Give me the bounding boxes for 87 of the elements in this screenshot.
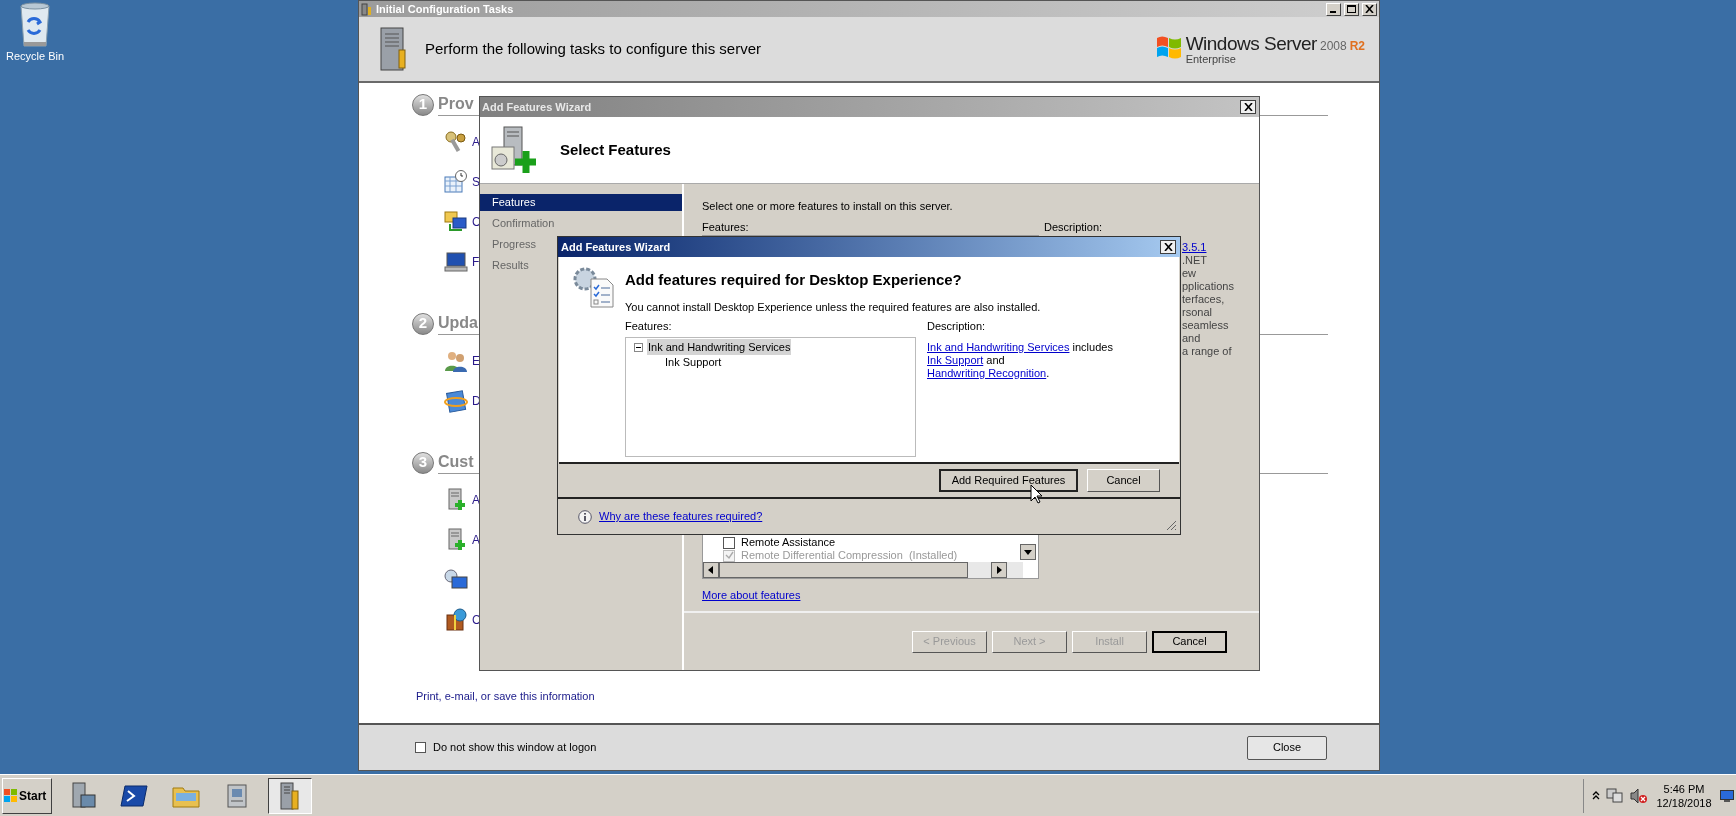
network-icon: [444, 210, 468, 234]
close-button[interactable]: [1240, 100, 1256, 114]
icon-label: Recycle Bin: [5, 51, 65, 62]
field-label: Features:: [625, 319, 673, 334]
window-title: Initial Configuration Tasks: [376, 1, 515, 17]
task-link[interactable]: A: [472, 531, 480, 549]
trash-bin-icon[interactable]: [18, 2, 52, 48]
checklist-icon: [573, 267, 615, 309]
minimize-button[interactable]: [1326, 2, 1341, 16]
description-link[interactable]: Ink Support: [927, 353, 984, 366]
description-text: a range of: [1182, 345, 1232, 358]
help-link[interactable]: Why are these features required?: [599, 508, 1159, 525]
field-label: Features:: [702, 219, 750, 235]
maximize-button[interactable]: [1344, 2, 1359, 16]
brand-version: 2008: [1319, 39, 1347, 52]
close-icon: [1243, 103, 1253, 111]
flag-icon: [4, 789, 18, 802]
step-number: 1: [412, 93, 434, 116]
feature-label: Remote Differential Compression (Installed): [741, 548, 958, 562]
tree-item[interactable]: Ink Support: [664, 353, 723, 371]
box-icon: [444, 608, 468, 632]
wizard-step[interactable]: Features: [480, 194, 682, 211]
maximize-icon: [1347, 5, 1356, 13]
dialog-button[interactable]: Cancel: [1087, 469, 1160, 492]
description-text: terfaces,: [1182, 293, 1225, 306]
clock-date: 12/18/2018: [1656, 795, 1712, 810]
brand-edition: Enterprise: [1185, 53, 1237, 65]
close-icon: [1365, 5, 1374, 13]
network-icon[interactable]: [1606, 787, 1624, 804]
window-title: Add Features Wizard: [482, 99, 593, 115]
dialog-heading: Add features required for Desktop Experience?: [625, 270, 963, 290]
calendar-icon: [444, 170, 468, 194]
close-button[interactable]: Close: [1247, 735, 1327, 760]
show-desktop-icon[interactable]: [1720, 789, 1734, 802]
checkbox-label: Do not show this window at logon: [433, 740, 597, 756]
field-label: Description:: [1044, 219, 1103, 235]
wizard-step[interactable]: Confirmation: [480, 215, 682, 232]
key-icon: [444, 130, 468, 154]
minus-icon: [636, 344, 641, 350]
step-number: 3: [412, 451, 434, 474]
speaker-muted-icon[interactable]: [1630, 787, 1648, 804]
brand-release: R2: [1349, 39, 1365, 52]
description-text: and: [1182, 332, 1201, 345]
description-text: .NET: [1182, 254, 1208, 267]
resize-grip-icon[interactable]: [1166, 520, 1177, 531]
field-label: Description:: [927, 319, 986, 334]
checkbox[interactable]: [415, 742, 426, 753]
step-number: 2: [412, 312, 434, 335]
clock-time: 5:46 PM: [1663, 781, 1705, 796]
task-link[interactable]: S: [472, 173, 480, 191]
header-text: Perform the following tasks to configure this server: [425, 38, 762, 59]
server-add-icon: [490, 125, 536, 175]
task-link[interactable]: E: [472, 352, 480, 370]
more-link[interactable]: More about features: [702, 587, 801, 604]
users-icon: [444, 349, 468, 373]
close-button[interactable]: [1160, 240, 1176, 254]
brand-name: Windows Server: [1185, 33, 1317, 53]
task-link[interactable]: A: [472, 133, 480, 151]
close-icon: [1163, 243, 1173, 251]
monitor-icon: [444, 568, 468, 592]
chevron-up-icon[interactable]: [1592, 791, 1600, 800]
start-button[interactable]: Start: [2, 777, 52, 814]
message-text: You cannot install Desktop Experience unless the required features are also installed.: [625, 299, 1042, 315]
monitor-icon: [444, 250, 468, 274]
instruction-text: Select one or more features to install on this server.: [702, 199, 954, 214]
taskbar-app-button[interactable]: [268, 777, 312, 814]
dialog-button[interactable]: Add Required Features: [939, 469, 1078, 492]
print-link[interactable]: Print, e-mail, or save this information: [416, 690, 595, 702]
tools-icon: [361, 2, 373, 16]
tree-item[interactable]: Ink and Handwriting Services: [647, 338, 792, 356]
wizard-button[interactable]: Cancel: [1152, 630, 1227, 653]
feature-label: Remote Assistance: [741, 535, 836, 551]
task-link[interactable]: A: [472, 491, 480, 509]
collapse-toggle[interactable]: [634, 342, 643, 352]
description-text: Ink and Handwriting Services includes Ink Support and Handwriting Recognition.: [927, 339, 1114, 381]
checkbox[interactable]: [723, 536, 735, 549]
window-title: Add Features Wizard: [561, 239, 672, 255]
page-heading: Select Features: [560, 139, 671, 160]
task-link[interactable]: F: [472, 253, 480, 271]
horizontal-scrollbar[interactable]: [703, 562, 1023, 578]
description-text: ew: [1182, 267, 1197, 280]
description-text: seamless: [1182, 319, 1229, 332]
mouse-cursor-icon: [1030, 484, 1043, 504]
description-link[interactable]: 3.5.1: [1182, 241, 1207, 254]
description-text: pplications: [1182, 280, 1234, 293]
info-icon: [578, 509, 592, 524]
description-link[interactable]: Ink and Handwriting Services: [927, 340, 1070, 353]
